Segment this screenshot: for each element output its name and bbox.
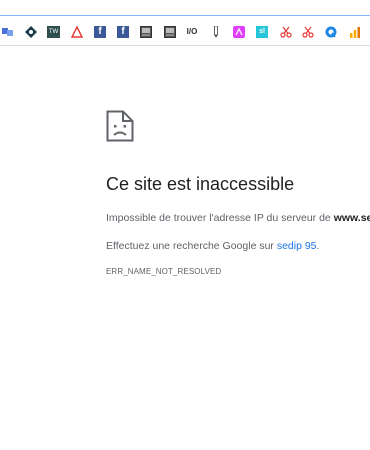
bookmark-facebook-icon[interactable]: f (117, 26, 129, 38)
error-code: ERR_NAME_NOT_RESOLVED (106, 267, 222, 276)
bookmark-photo-icon[interactable] (140, 26, 152, 38)
browser-top-bar (0, 0, 370, 19)
search-suggestion-suffix: . (316, 240, 320, 252)
bookmark-pen-icon[interactable] (211, 26, 221, 38)
error-message: Impossible de trouver l'adresse IP du se… (106, 212, 370, 224)
error-message-text: Impossible de trouver l'adresse IP du se… (106, 212, 334, 224)
bookmark-io-icon[interactable]: I/O (184, 26, 200, 38)
omnibox-edge (0, 0, 370, 16)
bookmark-robot-icon[interactable] (25, 26, 37, 38)
sad-page-icon (106, 110, 134, 142)
bookmark-tw-icon[interactable]: TW (47, 26, 60, 38)
bookmark-sl-icon[interactable]: sl (256, 26, 268, 38)
google-search-link[interactable]: sedip 95 (277, 240, 317, 252)
search-suggestion-text: Effectuez une recherche Google sur (106, 240, 277, 252)
bookmark-scissors-icon[interactable] (280, 26, 292, 38)
error-host: www.se (333, 212, 370, 224)
bookmark-facebook-icon[interactable]: f (94, 26, 106, 38)
bookmark-analytics-icon[interactable] (349, 26, 361, 38)
search-suggestion: Effectuez une recherche Google sur sedip… (106, 240, 319, 252)
bookmark-scissors-icon[interactable] (302, 26, 314, 38)
bookmark-photo-icon[interactable] (164, 26, 176, 38)
bookmark-triangle-icon[interactable] (71, 26, 83, 38)
bookmarks-bar: TW f f I/O sl (0, 18, 370, 46)
bookmark-q-icon[interactable] (325, 26, 337, 38)
error-title: Ce site est inaccessible (106, 174, 295, 194)
bookmark-apps-icon[interactable] (2, 26, 14, 38)
bookmark-pink-icon[interactable] (233, 26, 245, 38)
